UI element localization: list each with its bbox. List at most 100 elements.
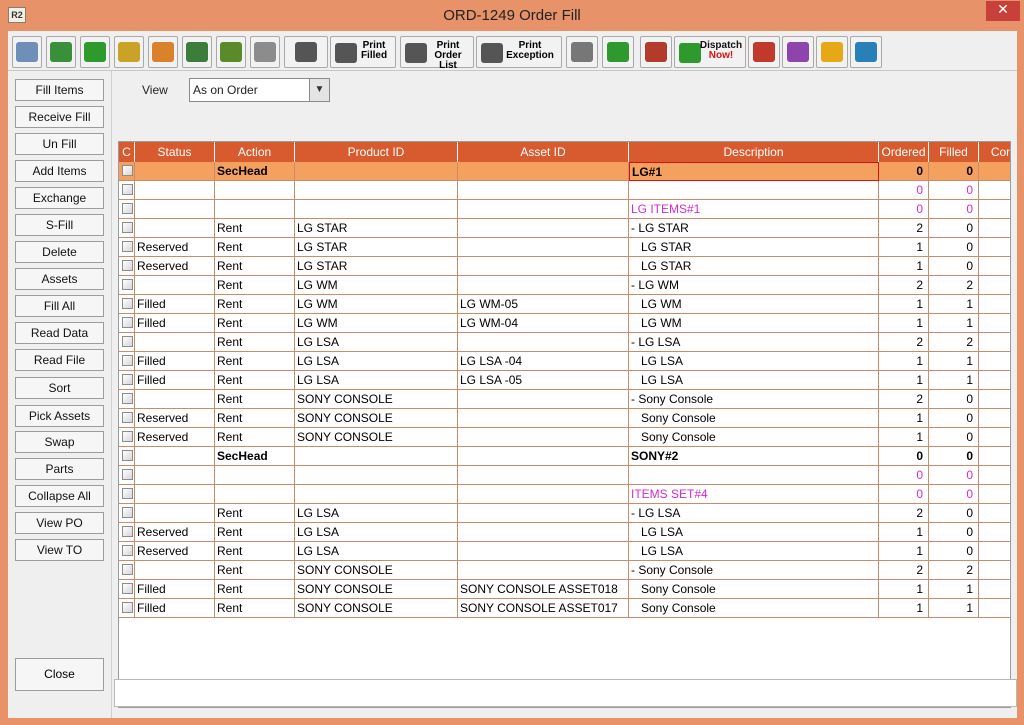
product-id-cell[interactable]: LG WM	[295, 295, 458, 314]
assets-button[interactable]: Assets	[15, 268, 104, 290]
filled-cell[interactable]: 1	[929, 599, 979, 618]
action-cell[interactable]: Rent	[215, 504, 295, 523]
asset-id-cell[interactable]: LG WM-04	[458, 314, 629, 333]
row-checkbox-cell[interactable]	[119, 352, 135, 371]
fill-all-button[interactable]: Fill All	[15, 295, 104, 317]
filled-cell[interactable]: 0	[929, 504, 979, 523]
cont-cell[interactable]	[979, 314, 1010, 333]
asset-id-cell[interactable]	[458, 333, 629, 352]
ordered-cell[interactable]: 1	[879, 599, 929, 618]
print-filled-button[interactable]: Print Filled	[330, 36, 396, 68]
description-cell[interactable]: LG WM	[629, 314, 879, 333]
table-row[interactable]: Reserved Rent LG STAR LG STAR 1 0	[119, 257, 1010, 276]
checkbox-icon[interactable]	[122, 355, 133, 366]
ordered-cell[interactable]: 1	[879, 352, 929, 371]
product-id-cell[interactable]: SONY CONSOLE	[295, 428, 458, 447]
ordered-cell[interactable]: 0	[879, 466, 929, 485]
cont-cell[interactable]	[979, 295, 1010, 314]
ordered-cell[interactable]: 2	[879, 219, 929, 238]
row-checkbox-cell[interactable]	[119, 542, 135, 561]
asset-id-cell[interactable]	[458, 466, 629, 485]
table-row[interactable]: Rent SONY CONSOLE - Sony Console 2 2	[119, 561, 1010, 580]
asset-id-cell[interactable]	[458, 162, 629, 181]
description-cell[interactable]: Sony Console	[629, 580, 879, 599]
asset-id-cell[interactable]: LG WM-05	[458, 295, 629, 314]
status-cell[interactable]: Filled	[135, 371, 215, 390]
action-cell[interactable]	[215, 181, 295, 200]
table-row[interactable]: ITEMS SET#4 0 0	[119, 485, 1010, 504]
status-cell[interactable]	[135, 504, 215, 523]
filled-cell[interactable]: 0	[929, 428, 979, 447]
status-cell[interactable]	[135, 162, 215, 181]
checkbox-icon[interactable]	[122, 469, 133, 480]
product-id-cell[interactable]: LG LSA	[295, 523, 458, 542]
asset-id-cell[interactable]	[458, 504, 629, 523]
cont-cell[interactable]	[979, 352, 1010, 371]
status-cell[interactable]	[135, 200, 215, 219]
filled-cell[interactable]: 0	[929, 447, 979, 466]
status-cell[interactable]	[135, 219, 215, 238]
status-cell[interactable]: Filled	[135, 295, 215, 314]
cont-cell[interactable]	[979, 409, 1010, 428]
ordered-cell[interactable]: 0	[879, 485, 929, 504]
barcode-alert-button[interactable]	[640, 36, 672, 68]
asset-id-cell[interactable]: SONY CONSOLE ASSET017	[458, 599, 629, 618]
status-cell[interactable]	[135, 333, 215, 352]
ordered-cell[interactable]: 1	[879, 523, 929, 542]
column-header-filled[interactable]: Filled	[929, 142, 979, 162]
ordered-cell[interactable]: 2	[879, 504, 929, 523]
column-header-description[interactable]: Description	[629, 142, 879, 162]
ordered-cell[interactable]: 1	[879, 428, 929, 447]
description-cell[interactable]: ITEMS SET#4	[629, 485, 879, 504]
status-cell[interactable]: Reserved	[135, 523, 215, 542]
cont-cell[interactable]	[979, 542, 1010, 561]
checkbox-icon[interactable]	[122, 545, 133, 556]
parts-button[interactable]: Parts	[15, 458, 104, 480]
printer-menu-button[interactable]	[284, 36, 328, 68]
description-cell[interactable]: - Sony Console	[629, 390, 879, 409]
filled-cell[interactable]: 0	[929, 219, 979, 238]
table-row[interactable]: Reserved Rent LG LSA LG LSA 1 0	[119, 542, 1010, 561]
product-id-cell[interactable]: LG STAR	[295, 219, 458, 238]
status-cell[interactable]: Filled	[135, 314, 215, 333]
action-cell[interactable]: SecHead	[215, 162, 295, 181]
cont-cell[interactable]	[979, 219, 1010, 238]
filled-cell[interactable]: 2	[929, 276, 979, 295]
action-cell[interactable]: Rent	[215, 219, 295, 238]
cont-cell[interactable]	[979, 162, 1010, 181]
filled-cell[interactable]: 1	[929, 314, 979, 333]
action-cell[interactable]	[215, 485, 295, 504]
ordered-cell[interactable]: 1	[879, 314, 929, 333]
add-remove-button[interactable]	[602, 36, 634, 68]
cont-cell[interactable]	[979, 580, 1010, 599]
filter-button[interactable]	[148, 36, 178, 68]
cont-cell[interactable]	[979, 390, 1010, 409]
checkbox-icon[interactable]	[122, 241, 133, 252]
product-id-cell[interactable]: SONY CONSOLE	[295, 561, 458, 580]
product-id-cell[interactable]	[295, 447, 458, 466]
action-cell[interactable]: Rent	[215, 390, 295, 409]
checkbox-icon[interactable]	[122, 488, 133, 499]
checkbox-icon[interactable]	[122, 260, 133, 271]
product-id-cell[interactable]: LG WM	[295, 314, 458, 333]
column-header-product-id[interactable]: Product ID	[295, 142, 458, 162]
close-button[interactable]: Close	[15, 658, 104, 691]
cont-cell[interactable]	[979, 257, 1010, 276]
checkbox-icon[interactable]	[122, 583, 133, 594]
action-cell[interactable]: Rent	[215, 523, 295, 542]
edit-note-button[interactable]	[114, 36, 144, 68]
table-row[interactable]: Reserved Rent LG STAR LG STAR 1 0	[119, 238, 1010, 257]
status-cell[interactable]: Reserved	[135, 238, 215, 257]
filled-cell[interactable]: 0	[929, 466, 979, 485]
filled-cell[interactable]: 1	[929, 295, 979, 314]
description-cell[interactable]: LG WM	[629, 295, 879, 314]
status-cell[interactable]: Reserved	[135, 428, 215, 447]
product-id-cell[interactable]: LG LSA	[295, 542, 458, 561]
row-checkbox-cell[interactable]	[119, 219, 135, 238]
table-row[interactable]: Reserved Rent SONY CONSOLE Sony Console 1 0	[119, 409, 1010, 428]
action-cell[interactable]: Rent	[215, 238, 295, 257]
asset-id-cell[interactable]	[458, 181, 629, 200]
cont-cell[interactable]	[979, 181, 1010, 200]
row-checkbox-cell[interactable]	[119, 485, 135, 504]
product-id-cell[interactable]	[295, 466, 458, 485]
